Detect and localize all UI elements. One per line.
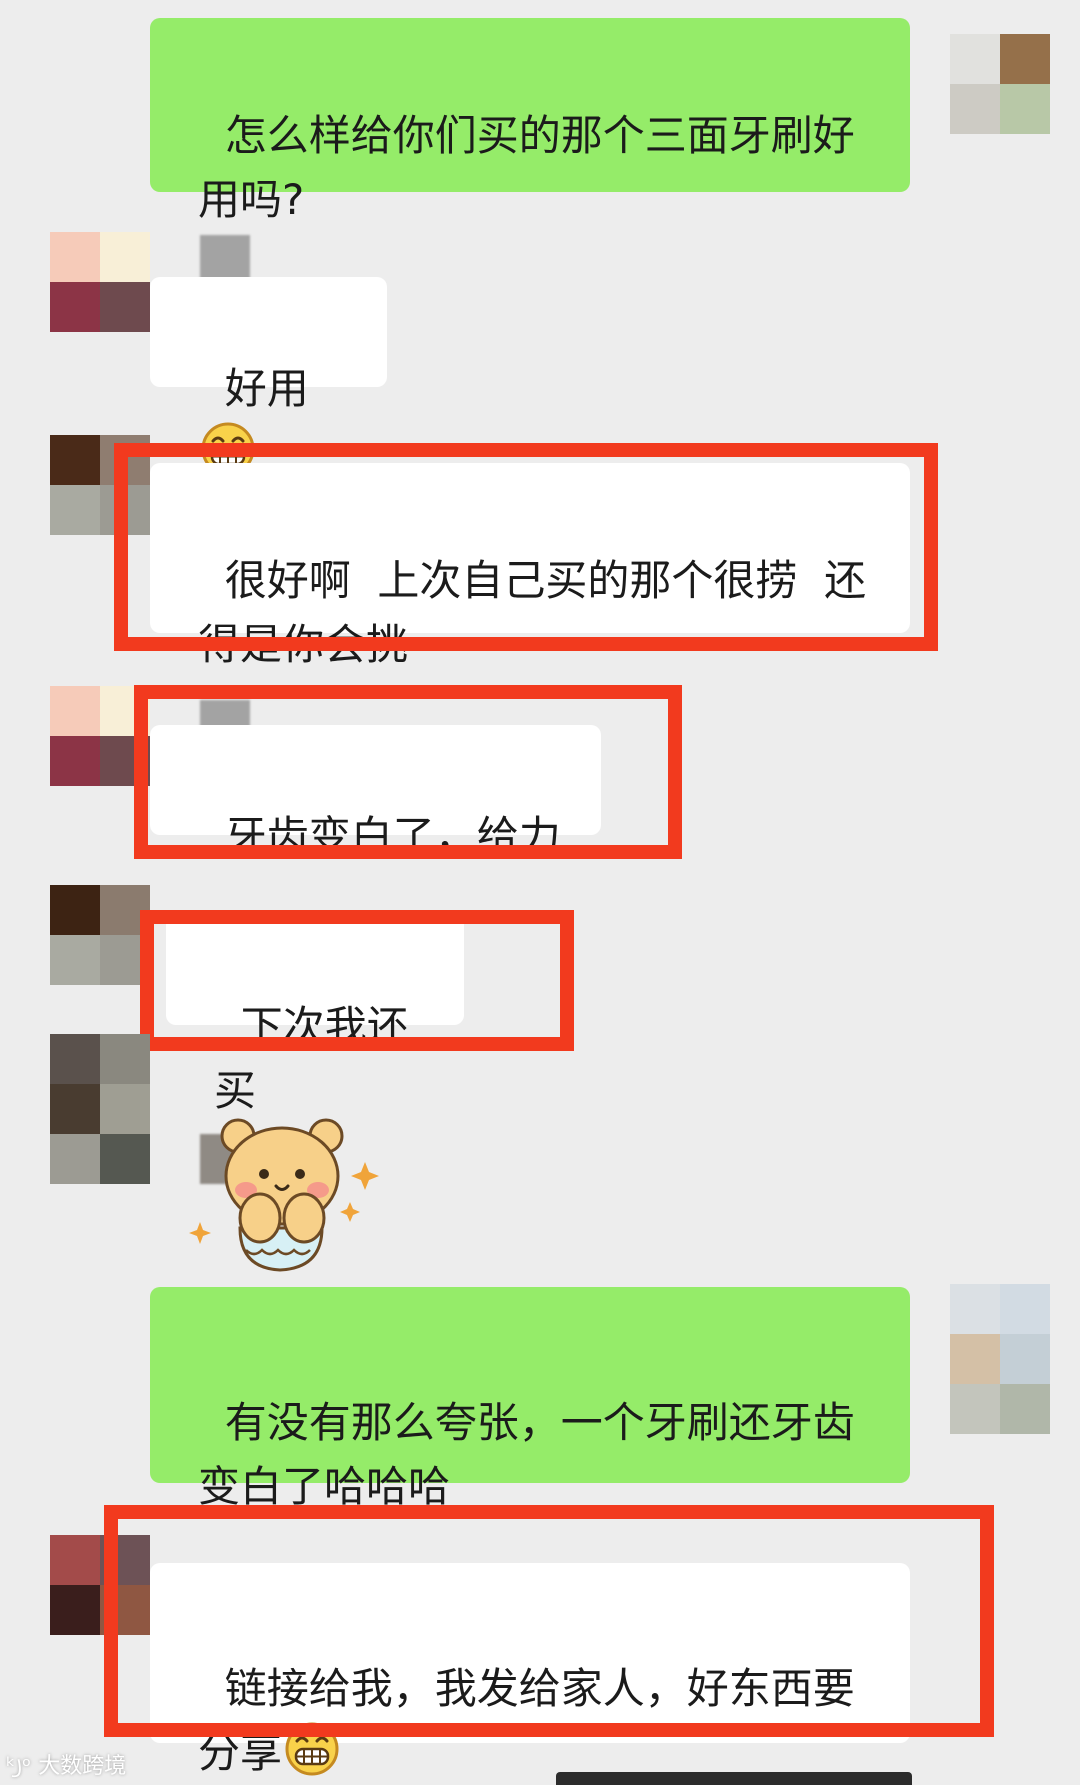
next-message-edge [556, 1772, 912, 1785]
watermark-logo-icon: ᵏ꠸ᵒ [6, 1754, 32, 1779]
highlight-box [134, 685, 682, 859]
my-message-bubble[interactable]: 怎么样给你们买的那个三面牙刷好用吗? [150, 18, 910, 224]
watermark: ᵏ꠸ᵒ 大数跨境 [6, 1748, 126, 1782]
my-avatar[interactable] [950, 1284, 1050, 1434]
message-text: 好用 [224, 364, 309, 413]
highlight-box [114, 443, 938, 651]
watermark-text: 大数跨境 [38, 1754, 127, 1779]
my-message-bubble[interactable]: 有没有那么夸张，一个牙刷还牙齿变白了哈哈哈 [150, 1287, 910, 1511]
message-text: 怎么样给你们买的那个三面牙刷好用吗? [198, 111, 855, 224]
contact-avatar[interactable] [50, 1034, 150, 1184]
contact-avatar[interactable] [50, 232, 150, 332]
message-text: 有没有那么夸张，一个牙刷还牙齿变白了哈哈哈 [198, 1398, 855, 1511]
highlight-box [140, 910, 574, 1051]
highlight-box [104, 1505, 994, 1737]
contact-message-bubble[interactable]: 好用 [150, 277, 387, 476]
contact-avatar[interactable] [50, 885, 150, 985]
bear-sticker-icon [189, 1118, 379, 1272]
my-avatar[interactable] [950, 34, 1050, 134]
